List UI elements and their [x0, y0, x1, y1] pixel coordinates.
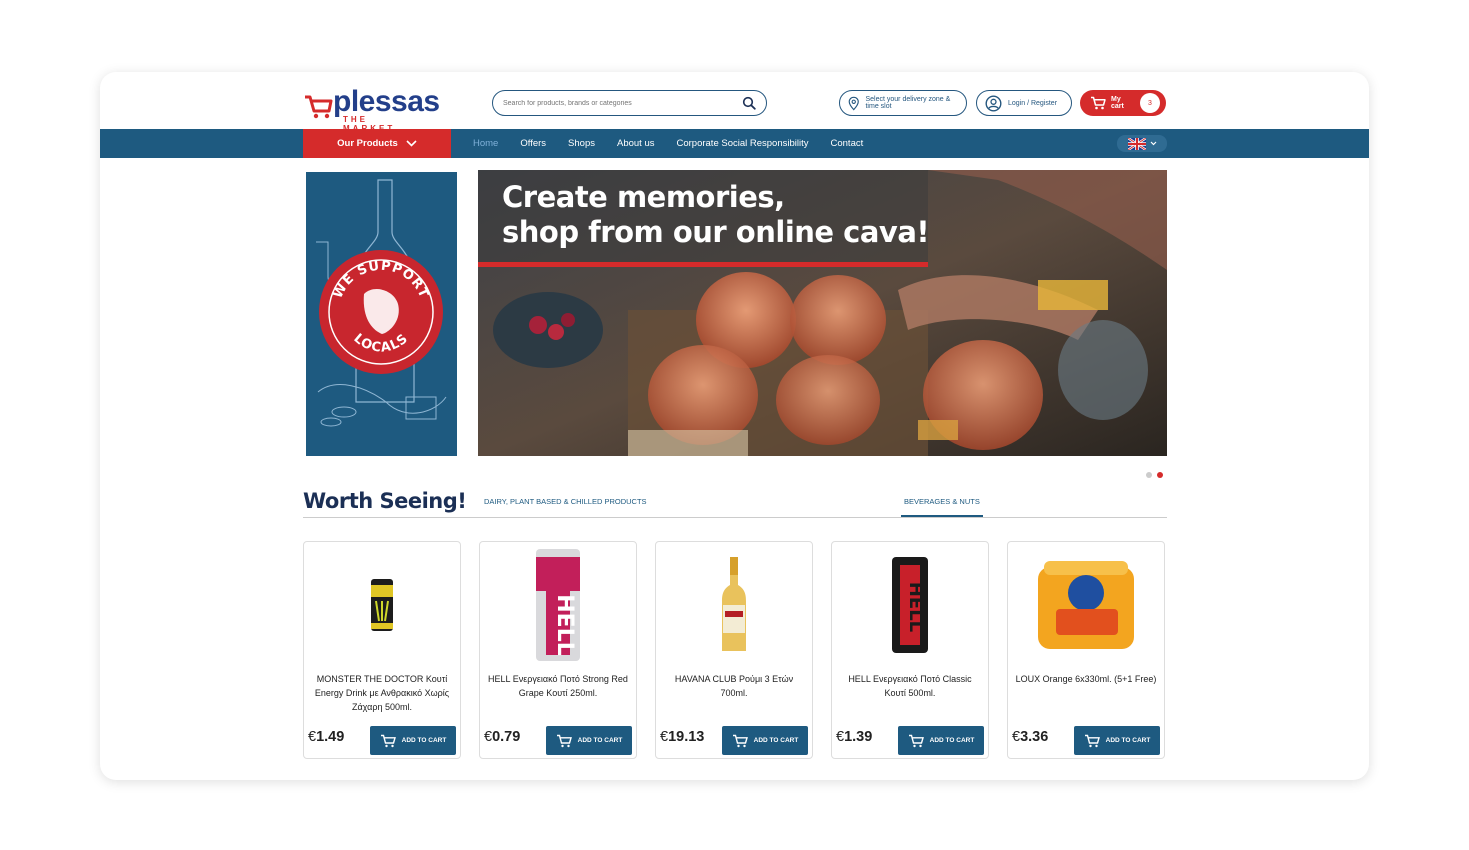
- svg-text:HELL: HELL: [552, 594, 577, 655]
- svg-text:HELL: HELL: [905, 582, 926, 632]
- tab-beverages-nuts[interactable]: BEVERAGES & NUTS: [901, 497, 983, 517]
- my-cart-button[interactable]: My cart 3: [1080, 90, 1166, 116]
- search-input[interactable]: [503, 99, 742, 107]
- hero-headline: Create memories, shop from our online ca…: [502, 180, 930, 250]
- cart-logo-icon: [305, 95, 333, 119]
- location-pin-icon: [848, 96, 859, 111]
- product-card[interactable]: HELL HELL Ενεργειακό Ποτό Strong Red Gra…: [479, 541, 637, 759]
- cart-label: My cart: [1111, 96, 1124, 110]
- our-products-label: Our Products: [337, 138, 398, 149]
- carousel-dot-1[interactable]: [1146, 472, 1152, 478]
- product-price: €19.13: [660, 729, 704, 745]
- login-register-button[interactable]: Login / Register: [976, 90, 1072, 116]
- monster-can-image: [371, 579, 393, 631]
- language-selector[interactable]: [1117, 135, 1167, 152]
- carousel-pagination: [1146, 472, 1163, 478]
- add-to-cart-button[interactable]: ADD TO CART: [546, 726, 632, 755]
- plessas-logo[interactable]: plessas THE MARKET: [303, 85, 440, 133]
- login-register-label: Login / Register: [1008, 99, 1058, 107]
- uk-flag-icon: [1127, 137, 1146, 150]
- shopping-cart-icon: [556, 734, 572, 747]
- product-price: €1.39: [836, 729, 872, 745]
- product-card[interactable]: LOUX Orange 6x330ml. (5+1 Free) €3.36 AD…: [1007, 541, 1165, 759]
- chevron-down-icon: [406, 140, 417, 147]
- nav-about-us[interactable]: About us: [617, 138, 655, 149]
- product-price: €1.49: [308, 729, 344, 745]
- section-title: Worth Seeing!: [303, 489, 467, 513]
- product-image[interactable]: HELL: [480, 546, 636, 664]
- search-bar[interactable]: [492, 90, 767, 116]
- add-to-cart-label: ADD TO CART: [577, 737, 623, 744]
- shopping-cart-icon: [1091, 96, 1106, 110]
- add-to-cart-button[interactable]: ADD TO CART: [370, 726, 456, 755]
- havana-club-bottle-image: [722, 557, 746, 651]
- add-to-cart-button[interactable]: ADD TO CART: [722, 726, 808, 755]
- currency-symbol: €: [1012, 729, 1021, 745]
- hero-headline-line-2: shop from our online cava!: [502, 215, 930, 249]
- price-value: 1.49: [316, 729, 345, 745]
- currency-symbol: €: [484, 729, 493, 745]
- wine-bottle-illustration: WE SUPPORT LOCALS: [316, 179, 447, 427]
- support-locals-banner[interactable]: WE SUPPORT LOCALS: [306, 172, 457, 456]
- nav-csr[interactable]: Corporate Social Responsibility: [676, 138, 808, 149]
- add-to-cart-button[interactable]: ADD TO CART: [898, 726, 984, 755]
- price-value: 0.79: [492, 729, 521, 745]
- product-name[interactable]: HELL Ενεργειακό Ποτό Classic Κουτί 500ml…: [838, 672, 982, 700]
- logo-wordmark: plessas: [333, 85, 440, 118]
- product-card[interactable]: HELL HELL Ενεργειακό Ποτό Classic Κουτί …: [831, 541, 989, 759]
- shopping-cart-icon: [380, 734, 396, 747]
- browser-frame: plessas THE MARKET Select your delivery …: [100, 72, 1369, 780]
- product-card[interactable]: HAVANA CLUB Ρούμι 3 Ετών 700ml. €19.13 A…: [655, 541, 813, 759]
- product-image[interactable]: HELL: [832, 546, 988, 664]
- cart-count-badge: 3: [1140, 93, 1160, 113]
- shopping-cart-icon: [732, 734, 748, 747]
- product-image[interactable]: [304, 546, 460, 664]
- loux-orange-pack-image: [1038, 561, 1134, 649]
- price-value: 3.36: [1020, 729, 1049, 745]
- tab-dairy[interactable]: DAIRY, PLANT BASED & CHILLED PRODUCTS: [484, 497, 647, 506]
- search-icon[interactable]: [742, 96, 756, 110]
- hero-carousel-slide[interactable]: Create memories, shop from our online ca…: [478, 170, 1167, 456]
- add-to-cart-label: ADD TO CART: [401, 737, 447, 744]
- user-icon: [985, 94, 1002, 112]
- product-name[interactable]: LOUX Orange 6x330ml. (5+1 Free): [1014, 672, 1158, 686]
- product-image[interactable]: [656, 546, 812, 664]
- carousel-dot-2[interactable]: [1157, 472, 1163, 478]
- product-name[interactable]: MONSTER THE DOCTOR Κουτί Energy Drink με…: [310, 672, 454, 714]
- currency-symbol: €: [836, 729, 845, 745]
- nav-offers[interactable]: Offers: [520, 138, 546, 149]
- add-to-cart-label: ADD TO CART: [1105, 737, 1151, 744]
- hero-headline-line-1: Create memories,: [502, 180, 785, 214]
- delivery-zone-label: Select your delivery zone & time slot: [865, 96, 951, 110]
- shopping-cart-icon: [908, 734, 924, 747]
- hero-red-underline: [478, 262, 928, 267]
- hell-red-grape-can-image: HELL: [536, 549, 580, 661]
- product-name[interactable]: HELL Ενεργειακό Ποτό Strong Red Grape Κο…: [486, 672, 630, 700]
- nav-contact[interactable]: Contact: [831, 138, 864, 149]
- price-value: 1.39: [844, 729, 873, 745]
- shopping-cart-icon: [1084, 734, 1100, 747]
- product-price: €0.79: [484, 729, 520, 745]
- our-products-menu[interactable]: Our Products: [303, 129, 451, 158]
- currency-symbol: €: [308, 729, 317, 745]
- delivery-zone-button[interactable]: Select your delivery zone & time slot: [839, 90, 967, 116]
- product-price: €3.36: [1012, 729, 1048, 745]
- product-name[interactable]: HAVANA CLUB Ρούμι 3 Ετών 700ml.: [662, 672, 806, 700]
- add-to-cart-button[interactable]: ADD TO CART: [1074, 726, 1160, 755]
- nav-shops[interactable]: Shops: [568, 138, 595, 149]
- product-card[interactable]: MONSTER THE DOCTOR Κουτί Energy Drink με…: [303, 541, 461, 759]
- add-to-cart-label: ADD TO CART: [929, 737, 975, 744]
- main-navigation: Our Products Home Offers Shops About us …: [100, 129, 1369, 158]
- price-value: 19.13: [668, 729, 705, 745]
- hell-classic-can-image: HELL: [892, 557, 928, 653]
- add-to-cart-label: ADD TO CART: [753, 737, 799, 744]
- currency-symbol: €: [660, 729, 669, 745]
- nav-home[interactable]: Home: [473, 138, 498, 149]
- product-image[interactable]: [1008, 546, 1164, 664]
- chevron-down-icon: [1150, 141, 1156, 146]
